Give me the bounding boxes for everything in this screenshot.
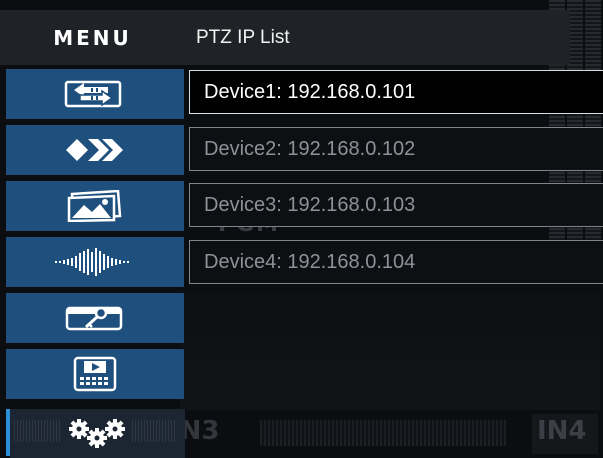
device-label: Device2: 192.168.0.102 — [204, 137, 416, 160]
sidebar — [0, 67, 185, 458]
sidebar-item-input[interactable] — [6, 69, 184, 119]
background-meter-strip — [260, 420, 506, 446]
media-keyboard-icon — [73, 356, 117, 392]
device-label: Device3: 192.168.0.103 — [204, 193, 416, 216]
device-row-2[interactable]: Device2: 192.168.0.102 — [189, 127, 603, 171]
key-icon — [65, 306, 123, 331]
device-label: Device4: 192.168.0.104 — [204, 250, 416, 273]
input-swap-icon — [64, 80, 122, 108]
transition-arrows-icon — [66, 139, 123, 161]
screen: PGM IN3 IN4 MENU PTZ IP List — [0, 0, 603, 458]
device-label: Device1: 192.168.0.101 — [204, 80, 416, 103]
active-item-indicator — [6, 409, 10, 456]
sidebar-item-audio[interactable] — [6, 237, 184, 287]
sidebar-item-key[interactable] — [6, 293, 184, 343]
settings-gears-icon — [68, 419, 125, 448]
device-row-4[interactable]: Device4: 192.168.0.104 — [189, 240, 603, 284]
sidebar-item-transition[interactable] — [6, 125, 184, 175]
page-title: PTZ IP List — [196, 26, 290, 48]
audio-waveform-icon — [55, 248, 129, 276]
background-multiview — [180, 290, 600, 410]
decorative-ticks — [132, 420, 176, 442]
device-row-3[interactable]: Device3: 192.168.0.103 — [189, 183, 603, 227]
sidebar-item-picture[interactable] — [6, 181, 184, 231]
decorative-ticks — [14, 420, 62, 442]
sidebar-item-media[interactable] — [6, 349, 184, 399]
background-in4-label: IN4 — [537, 416, 587, 446]
device-row-1[interactable]: Device1: 192.168.0.101 — [189, 70, 603, 114]
menu-title: MENU — [53, 25, 132, 50]
picture-icon — [67, 190, 122, 222]
